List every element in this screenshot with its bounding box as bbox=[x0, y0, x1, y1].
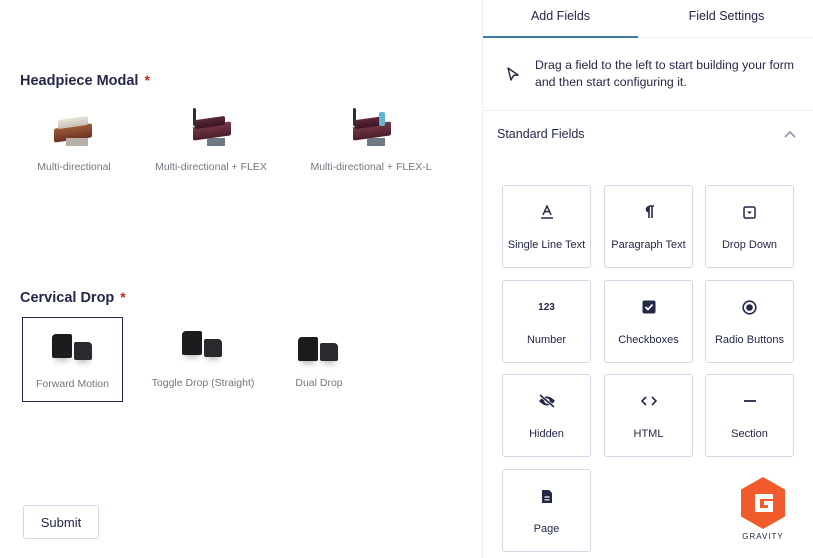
checkbox-icon bbox=[605, 299, 692, 315]
choice-label: Multi-directional + FLEX bbox=[155, 161, 267, 173]
field-section[interactable]: Section bbox=[705, 374, 794, 457]
minus-icon bbox=[706, 393, 793, 409]
field-paragraph-text[interactable]: Paragraph Text bbox=[604, 185, 693, 268]
headpiece-modal-label: Headpiece Modal * bbox=[20, 72, 150, 89]
sidebar-tabs: Add Fields Field Settings bbox=[483, 0, 813, 38]
cervical-drop-title: Cervical Drop bbox=[20, 290, 115, 306]
field-label: Checkboxes bbox=[618, 334, 679, 346]
single-line-text-icon bbox=[503, 204, 590, 220]
choice-multi-directional-flex-l[interactable]: Multi-directional + FLEX-L bbox=[300, 104, 442, 184]
cursor-arrow-icon bbox=[507, 67, 519, 81]
field-label: Page bbox=[533, 523, 560, 535]
choice-label: Forward Motion bbox=[36, 378, 109, 390]
drag-hint-text: Drag a field to the left to start buildi… bbox=[535, 58, 795, 89]
standard-fields-header[interactable]: Standard Fields bbox=[483, 112, 813, 156]
drag-hint: Drag a field to the left to start buildi… bbox=[483, 38, 813, 111]
field-label: Section bbox=[731, 428, 768, 440]
field-number[interactable]: 123 Number bbox=[502, 280, 591, 363]
choice-label: Multi-directional bbox=[37, 161, 111, 173]
field-hidden[interactable]: Hidden bbox=[502, 374, 591, 457]
choice-label: Multi-directional + FLEX-L bbox=[310, 161, 432, 173]
dual-drop-image bbox=[294, 329, 344, 369]
field-single-line-text[interactable]: Single Line Text bbox=[502, 185, 591, 268]
choice-forward-motion[interactable]: Forward Motion bbox=[22, 317, 123, 402]
multi-directional-image bbox=[52, 108, 96, 152]
code-icon bbox=[605, 393, 692, 409]
number-icon: 123 bbox=[538, 301, 555, 313]
multi-directional-flex-image bbox=[189, 108, 233, 152]
gravity-logo: GRAVITY bbox=[735, 475, 791, 545]
document-icon bbox=[503, 488, 590, 504]
field-drop-down[interactable]: Drop Down bbox=[705, 185, 794, 268]
gravity-logo-icon bbox=[741, 477, 785, 529]
choice-dual-drop[interactable]: Dual Drop bbox=[283, 317, 355, 402]
field-label: Single Line Text bbox=[507, 239, 586, 251]
field-label: Drop Down bbox=[721, 239, 778, 251]
required-marker: * bbox=[144, 72, 150, 88]
radio-icon bbox=[706, 299, 793, 315]
standard-fields-title: Standard Fields bbox=[497, 127, 585, 141]
field-label: Paragraph Text bbox=[611, 239, 686, 251]
paragraph-icon bbox=[605, 204, 692, 220]
tab-add-fields[interactable]: Add Fields bbox=[483, 0, 638, 38]
choice-label: Toggle Drop (Straight) bbox=[151, 377, 255, 389]
gravity-logo-text: GRAVITY bbox=[742, 532, 784, 541]
choice-multi-directional-flex[interactable]: Multi-directional + FLEX bbox=[146, 104, 276, 184]
cervical-drop-label: Cervical Drop * bbox=[20, 289, 126, 306]
tab-field-settings[interactable]: Field Settings bbox=[649, 0, 804, 38]
multi-directional-flex-l-image bbox=[349, 108, 393, 152]
field-radio-buttons[interactable]: Radio Buttons bbox=[705, 280, 794, 363]
chevron-up-icon[interactable] bbox=[783, 128, 797, 140]
toggle-drop-image bbox=[178, 325, 228, 365]
forward-motion-image bbox=[48, 328, 98, 368]
field-checkboxes[interactable]: Checkboxes bbox=[604, 280, 693, 363]
field-label: Number bbox=[526, 334, 567, 346]
field-label: HTML bbox=[633, 428, 664, 440]
choice-toggle-drop-straight[interactable]: Toggle Drop (Straight) bbox=[143, 317, 263, 402]
choice-label: Dual Drop bbox=[295, 377, 343, 389]
dropdown-icon bbox=[706, 204, 793, 220]
field-html[interactable]: HTML bbox=[604, 374, 693, 457]
choice-multi-directional[interactable]: Multi-directional bbox=[22, 104, 126, 184]
eye-off-icon bbox=[503, 393, 590, 409]
field-page[interactable]: Page bbox=[502, 469, 591, 552]
headpiece-modal-title: Headpiece Modal bbox=[20, 73, 139, 89]
field-label: Hidden bbox=[529, 428, 564, 440]
form-canvas: Headpiece Modal * Multi-directional Multi… bbox=[0, 0, 482, 558]
field-label: Radio Buttons bbox=[714, 334, 785, 346]
required-marker: * bbox=[120, 289, 126, 305]
submit-button[interactable]: Submit bbox=[23, 505, 99, 539]
editor-sidebar: Add Fields Field Settings Drag a field t… bbox=[482, 0, 813, 558]
